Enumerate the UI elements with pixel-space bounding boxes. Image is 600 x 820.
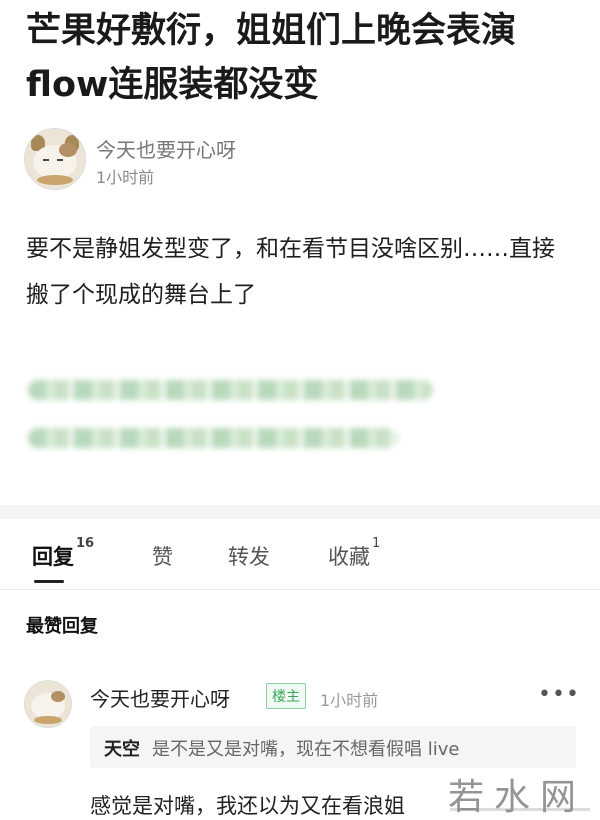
more-options-icon[interactable]: ••• — [538, 682, 580, 707]
commenter-avatar[interactable] — [24, 680, 72, 728]
active-tab-indicator — [34, 580, 64, 583]
watermark-underline — [450, 808, 590, 811]
avatar-eye-right — [57, 159, 63, 161]
tab-label: 赞 — [152, 545, 173, 569]
blurred-link[interactable] — [28, 380, 433, 400]
comment-time: 1小时前 — [320, 691, 379, 710]
quoted-text: 是不是又是对嘴，现在不想看假唱 live — [152, 739, 460, 760]
avatar-body — [37, 175, 73, 185]
author-row[interactable]: 今天也要开心呀 1小时前 — [24, 128, 584, 192]
tab-label: 收藏 — [328, 545, 370, 569]
quoted-reply[interactable]: 天空 是不是又是对嘴，现在不想看假唱 live — [90, 726, 576, 768]
watermark-logo: 若水网 — [448, 777, 587, 818]
op-badge: 楼主 — [266, 683, 306, 709]
tab-bar: 回复16 赞 转发 收藏1 — [0, 519, 600, 590]
tab-count: 1 — [372, 536, 381, 551]
tab-count: 16 — [76, 536, 95, 551]
blurred-link[interactable] — [28, 428, 398, 448]
tab-label: 转发 — [228, 545, 270, 569]
avatar-eye-left — [43, 159, 49, 161]
section-divider — [0, 505, 600, 519]
post-content: 要不是静姐发型变了，和在看节目没啥区别……直接搬了个现成的舞台上了 — [26, 236, 555, 308]
tab-likes[interactable]: 赞 — [152, 541, 173, 571]
post-time: 1小时前 — [96, 168, 155, 187]
author-avatar[interactable] — [24, 128, 86, 190]
tab-replies[interactable]: 回复16 — [32, 536, 94, 571]
tab-reposts[interactable]: 转发 — [228, 541, 270, 571]
post-title: 芒果好敷衍，姐姐们上晚会表演flow连服装都没变 — [26, 11, 517, 105]
tab-label: 回复 — [32, 545, 74, 569]
avatar-mark — [59, 143, 77, 157]
avatar-body — [34, 716, 62, 724]
quoted-user[interactable]: 天空 — [104, 735, 140, 761]
commenter-name[interactable]: 今天也要开心呀 — [90, 683, 230, 712]
author-name[interactable]: 今天也要开心呀 — [96, 134, 236, 163]
section-title: 最赞回复 — [26, 616, 98, 637]
avatar-mark — [51, 691, 65, 702]
tab-favorites[interactable]: 收藏1 — [328, 536, 380, 571]
